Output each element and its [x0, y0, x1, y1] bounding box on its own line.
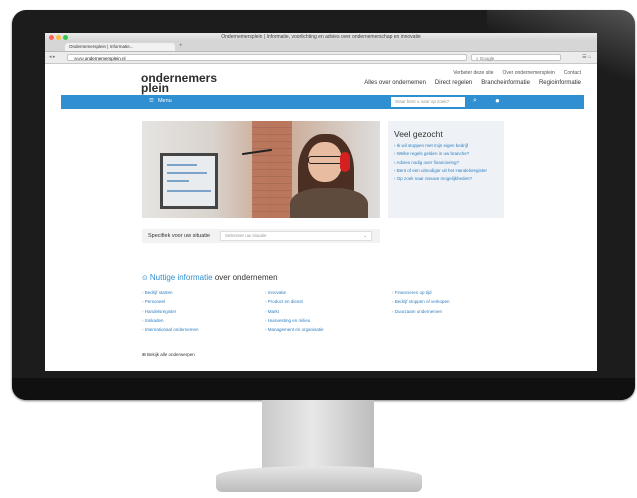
browser-tab[interactable]: Ondernemersplein | Informatie...	[65, 43, 175, 51]
top-link-over[interactable]: Over ondernemersplein	[503, 70, 555, 76]
hero-person	[290, 126, 375, 218]
user-icon[interactable]: ●	[495, 96, 500, 105]
topic-link[interactable]: Product en dienst	[265, 299, 324, 304]
all-subjects-label: Bekijk alle onderwerpen	[147, 352, 195, 357]
situation-selector: Specifiek voor uw situatie Selecteer uw …	[142, 229, 380, 243]
info-circle-icon: ⊙	[142, 275, 148, 282]
menu-label: Menu	[157, 98, 172, 104]
veel-gezocht-link[interactable]: Op zoek naar nieuwe mogelijkheden?	[394, 176, 504, 181]
chevron-down-icon: ⌄	[363, 233, 367, 238]
topic-link[interactable]: Duurzaam ondernemen	[392, 309, 450, 314]
topic-link[interactable]: Innovatie	[265, 290, 324, 295]
screen: Ondernemersplein | Informatie, voorlicht…	[45, 33, 597, 371]
hero-image	[142, 121, 380, 218]
hamburger-icon: ☰	[149, 98, 154, 104]
top-links: Verbeter deze site Over ondernemersplein…	[453, 70, 581, 76]
nav-alles-over-ondernemen[interactable]: Alles over ondernemen	[364, 80, 426, 86]
back-forward-buttons[interactable]: ◂ ▸	[49, 54, 55, 60]
situation-select-value: Selecteer uw situatie	[225, 233, 267, 238]
url-domain: ondernemersplein.nl	[84, 56, 126, 61]
topic-link[interactable]: Bedrijf stoppen of verkopen	[392, 299, 450, 304]
monitor-chin	[12, 378, 635, 400]
veel-gezocht-link[interactable]: Advies nodig over financiering?	[394, 160, 504, 165]
top-link-verbeter[interactable]: Verbeter deze site	[453, 70, 493, 76]
topic-link[interactable]: Financieren op tijd	[392, 290, 450, 295]
veel-gezocht-list: Ik wil stoppen met mijn eigen bedrijf We…	[388, 143, 504, 181]
menu-bar: ☰ Menu Waar bent u naar op zoek? ⌕ ●	[61, 95, 584, 109]
veel-gezocht-link[interactable]: Ik wil stoppen met mijn eigen bedrijf	[394, 143, 504, 148]
browser-search-input[interactable]: ⌕ Google	[471, 54, 561, 61]
nav-regioinformatie[interactable]: Regioinformatie	[539, 80, 581, 86]
url-prefix: www.	[74, 56, 85, 61]
situation-select[interactable]: Selecteer uw situatie ⌄	[220, 231, 372, 241]
topic-link[interactable]: Huisvesting en milieu	[265, 318, 324, 323]
topic-column-3: Financieren op tijd Bedrijf stoppen of v…	[392, 290, 450, 318]
new-tab-button[interactable]: +	[179, 43, 183, 49]
veel-gezocht-panel: Veel gezocht Ik wil stoppen met mijn eig…	[388, 121, 504, 218]
window-title: Ondernemersplein | Informatie, voorlicht…	[221, 34, 421, 40]
heading-rest: over ondernemen	[214, 273, 278, 282]
site-logo[interactable]: ondernemers plein	[141, 72, 217, 94]
nuttige-informatie-heading: ⊙ Nuttige informatie over ondernemen	[142, 273, 278, 282]
topic-column-1: Bedrijf starten Personeel Handelsregiste…	[142, 290, 199, 336]
browser-search-placeholder: Google	[479, 56, 495, 61]
topic-link[interactable]: Markt	[265, 309, 324, 314]
topic-link[interactable]: Sinkaden	[142, 318, 199, 323]
veel-gezocht-link[interactable]: Welke regels gelden in uw branche?	[394, 151, 504, 156]
topic-link[interactable]: Bedrijf starten	[142, 290, 199, 295]
monitor-stand	[262, 400, 374, 470]
hero-monitor	[160, 153, 218, 209]
browser-toolbar: ◂ ▸ www.ondernemersplein.nl ⌕ Google ☰ ⌂	[45, 52, 597, 64]
hero-brick-wall	[252, 121, 292, 218]
nav-brancheinformatie[interactable]: Brancheinformatie	[481, 80, 530, 86]
web-page: ondernemers plein Verbeter deze site Ove…	[45, 64, 597, 371]
search-icon[interactable]: ⌕	[473, 97, 477, 105]
heading-highlight: Nuttige informatie	[149, 273, 213, 282]
all-subjects-link[interactable]: ⊞ Bekijk alle onderwerpen	[142, 352, 195, 358]
toolbar-icons[interactable]: ☰ ⌂	[582, 54, 591, 60]
nav-direct-regelen[interactable]: Direct regelen	[435, 80, 472, 86]
window-titlebar: Ondernemersplein | Informatie, voorlicht…	[45, 33, 597, 42]
tab-bar: Ondernemersplein | Informatie... +	[45, 42, 597, 52]
monitor-foot	[216, 466, 422, 492]
main-nav: Alles over ondernemen Direct regelen Bra…	[364, 80, 581, 86]
topic-column-2: Innovatie Product en dienst Markt Huisve…	[265, 290, 324, 336]
topic-link[interactable]: Personeel	[142, 299, 199, 304]
site-search-input[interactable]: Waar bent u naar op zoek?	[391, 97, 465, 107]
address-bar[interactable]: www.ondernemersplein.nl	[67, 54, 467, 61]
topic-link[interactable]: Handelsregister	[142, 309, 199, 314]
topic-link[interactable]: Management en organisatie	[265, 327, 324, 332]
menu-button[interactable]: ☰ Menu	[149, 98, 172, 104]
topic-link[interactable]: Internationaal ondernemen	[142, 327, 199, 332]
top-link-contact[interactable]: Contact	[564, 70, 581, 76]
veel-gezocht-title: Veel gezocht	[394, 129, 443, 139]
veel-gezocht-link[interactable]: Bent of een uitnodiger uit het Handelsre…	[394, 168, 504, 173]
situation-label: Specifiek voor uw situatie	[148, 233, 211, 239]
